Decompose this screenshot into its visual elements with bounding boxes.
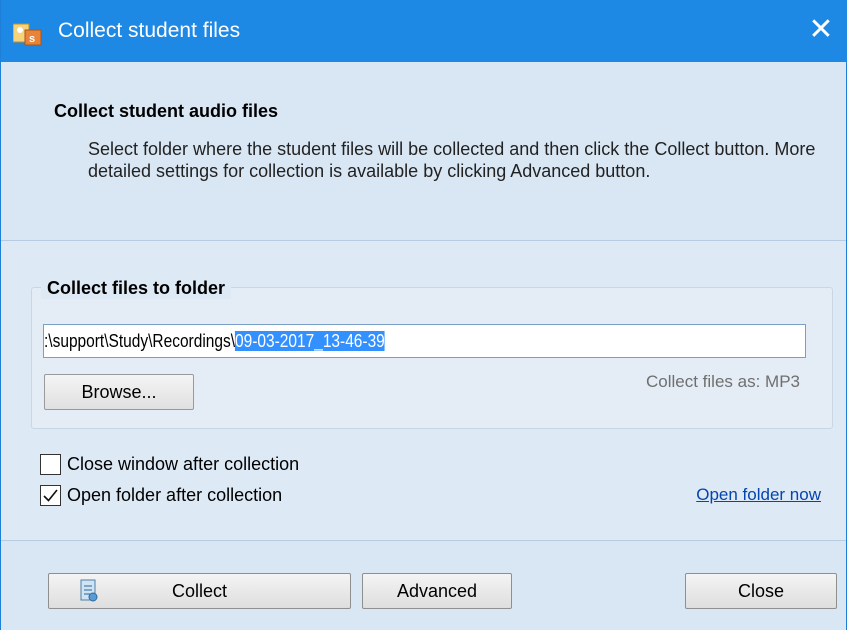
folder-path-input[interactable]: :\support\Study\Recordings\09-03-2017_13… bbox=[43, 324, 806, 358]
open-folder-now-link[interactable]: Open folder now bbox=[696, 484, 821, 506]
open-folder-checkbox[interactable] bbox=[40, 484, 61, 506]
browse-button[interactable]: Browse... bbox=[44, 374, 194, 410]
header-description: Select folder where the student files wi… bbox=[88, 139, 816, 181]
title-bar[interactable]: s Collect student files ✕ bbox=[1, 0, 847, 62]
close-window-checkbox[interactable] bbox=[40, 453, 61, 475]
close-window-option[interactable]: Close window after collection bbox=[40, 451, 299, 477]
collect-format-label: Collect files as: MP3 bbox=[646, 372, 800, 391]
collect-button-label: Collect bbox=[171, 581, 228, 601]
header-title: Collect student audio files bbox=[54, 101, 279, 121]
window-title: Collect student files bbox=[58, 19, 241, 42]
app-icon: s bbox=[13, 23, 42, 46]
close-window-label: Close window after collection bbox=[67, 454, 300, 474]
advanced-button[interactable]: Advanced bbox=[362, 573, 512, 609]
folder-path-selected: 09-03-2017_13-46-39 bbox=[235, 331, 385, 351]
collect-button[interactable]: Collect bbox=[48, 573, 351, 609]
dialog-window: s Collect student files ✕ Collect studen… bbox=[0, 0, 847, 630]
folder-path-prefix: :\support\Study\Recordings\ bbox=[44, 331, 236, 351]
open-folder-option[interactable]: Open folder after collection bbox=[40, 482, 282, 508]
svg-text:s: s bbox=[29, 33, 35, 45]
open-folder-label: Open folder after collection bbox=[67, 485, 283, 505]
checkmark-icon bbox=[43, 488, 58, 502]
collect-icon bbox=[80, 579, 98, 602]
close-icon[interactable]: ✕ bbox=[804, 13, 838, 47]
close-button[interactable]: Close bbox=[685, 573, 837, 609]
folder-group-legend: Collect files to folder bbox=[41, 277, 232, 299]
